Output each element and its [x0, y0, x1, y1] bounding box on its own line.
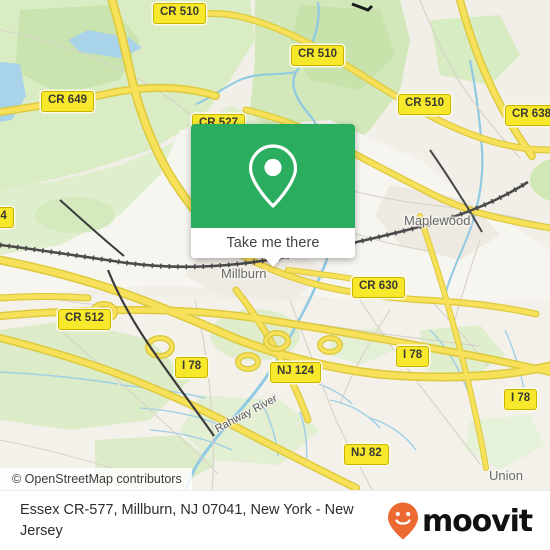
moovit-wordmark: moovit [421, 503, 533, 539]
map-pin-icon [248, 144, 298, 208]
moovit-map-screenshot: Maplewood Millburn Union Rahway River CR… [0, 0, 550, 550]
map-canvas[interactable]: Maplewood Millburn Union Rahway River CR… [0, 0, 550, 490]
address-text: Essex CR-577, Millburn, NJ 07041, New Yo… [20, 501, 354, 539]
moovit-logo[interactable]: moovit [386, 501, 550, 541]
popup-pointer-tail [264, 257, 282, 267]
footer-bar: Essex CR-577, Millburn, NJ 07041, New Yo… [0, 490, 550, 550]
osm-attribution[interactable]: © OpenStreetMap contributors [0, 468, 192, 490]
popup-action-bar[interactable]: Take me there [191, 228, 355, 267]
moovit-smiley-pin-icon [387, 502, 418, 540]
popup-pin-area [191, 124, 355, 228]
destination-popup-card[interactable]: Take me there [191, 124, 355, 267]
take-me-there-label: Take me there [226, 235, 320, 251]
